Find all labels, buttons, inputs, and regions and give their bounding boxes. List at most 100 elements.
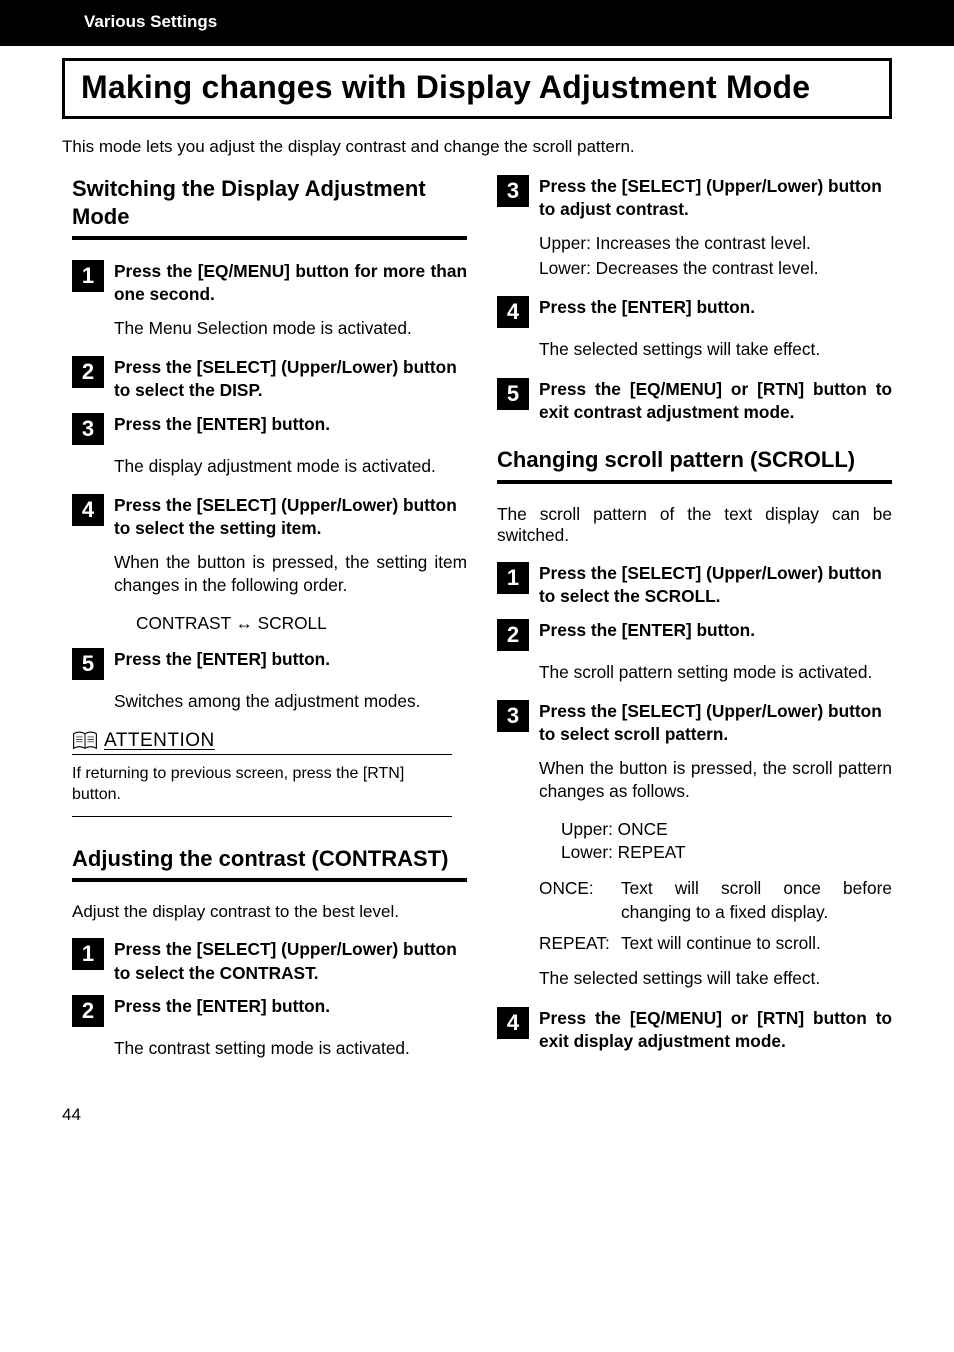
step: 3 Press the [ENTER] button. [72,413,467,445]
attention-header: ATTENTION [72,730,452,755]
step-after: The selected settings will take effect. [539,967,892,990]
step-head-text: Press the [SELECT] (Upper/Lower) button … [114,357,457,400]
step-number: 1 [497,562,529,594]
step-head: Press the [SELECT] (Upper/Lower) button … [539,700,892,747]
definition-desc: Text will continue to scroll. [621,932,892,955]
columns: Switching the Display Adjustment Mode 1 … [72,175,892,1077]
step-body: The Menu Selection mode is activated. [114,317,467,340]
section-title-scroll: Changing scroll pattern (SCROLL) [497,446,892,474]
step: 2 Press the [SELECT] (Upper/Lower) butto… [72,356,467,403]
definition-term: REPEAT: [539,932,613,955]
step-head: Press the [ENTER] button. [114,995,467,1018]
step-head: Press the [EQ/MENU] or [RTN] button to e… [539,1007,892,1054]
step-number: 1 [72,938,104,970]
step-body: The selected settings will take effect. [539,338,892,361]
attention-label: ATTENTION [104,730,215,752]
step: 1 Press the [SELECT] (Upper/Lower) butto… [497,562,892,609]
step: 3 Press the [SELECT] (Upper/Lower) butto… [497,175,892,222]
step-number: 3 [72,413,104,445]
step-body: The contrast setting mode is activated. [114,1037,467,1060]
page-number: 44 [62,1105,954,1125]
right-column: 3 Press the [SELECT] (Upper/Lower) butto… [497,175,892,1077]
step-body: Switches among the adjustment modes. [114,690,467,713]
step-head: Press the [ENTER] button. [539,619,892,642]
step-head-text: Press the [ENTER] button. [114,996,330,1016]
section-rule [72,236,467,240]
scroll-lower: Lower: REPEAT [561,842,892,863]
step-head: Press the [SELECT] (Upper/Lower) button … [539,175,892,222]
step-number: 2 [72,995,104,1027]
step-head: Press the [SELECT] (Upper/Lower) button … [114,494,467,541]
step-head-text: Press the [SELECT] (Upper/Lower) button … [114,495,457,538]
header-bar: Various Settings [0,0,954,46]
breadcrumb: Various Settings [84,12,217,31]
step-head-text: Press the [ENTER] button. [114,649,330,669]
step-number: 2 [497,619,529,651]
step-head-text: Press the [EQ/MENU] or [RTN] button to e… [539,379,892,422]
section-rule [497,480,892,484]
step-head-text: Press the [ENTER] button. [539,620,755,640]
section-title-switching: Switching the Display Adjustment Mode [72,175,467,230]
scroll-upper: Upper: ONCE [561,819,892,840]
step-number: 2 [72,356,104,388]
page-title: Making changes with Display Adjustment M… [81,69,873,106]
step-head-text: Press the [SELECT] (Upper/Lower) button … [539,563,882,606]
section-title-contrast: Adjusting the contrast (CONTRAST) [72,845,467,873]
step-head: Press the [EQ/MENU] button for more than… [114,260,467,307]
step-number: 4 [72,494,104,526]
section-intro: Adjust the display contrast to the best … [72,902,467,922]
step-head: Press the [SELECT] (Upper/Lower) button … [114,356,467,403]
step-head: Press the [ENTER] button. [114,648,467,671]
section-intro: The scroll pattern of the text display c… [497,504,892,546]
step-number: 3 [497,700,529,732]
page: Various Settings Making changes with Dis… [0,0,954,1145]
step-head-text: Press the [ENTER] button. [539,297,755,317]
step-number: 4 [497,1007,529,1039]
step-head: Press the [SELECT] (Upper/Lower) button … [114,938,467,985]
attention-body: If returning to previous screen, press t… [72,763,452,806]
step-number: 5 [72,648,104,680]
step-head: Press the [ENTER] button. [114,413,467,436]
definition-term: ONCE: [539,877,613,924]
step-head-text: Press the [ENTER] button. [114,414,330,434]
step-number: 5 [497,378,529,410]
section-rule [72,878,467,882]
definition-list: ONCE: Text will scroll once before chang… [539,877,892,955]
step-body-line2: Lower: Decreases the contrast level. [539,257,892,280]
step-number: 3 [497,175,529,207]
page-title-box: Making changes with Display Adjustment M… [62,58,892,119]
step: 5 Press the [ENTER] button. [72,648,467,680]
step-head: Press the [EQ/MENU] or [RTN] button to e… [539,378,892,425]
step: 4 Press the [ENTER] button. [497,296,892,328]
step-head-text: Press the [SELECT] (Upper/Lower) button … [114,939,457,982]
step-head-text: Press the [SELECT] (Upper/Lower) button … [539,701,882,744]
step-number: 4 [497,296,529,328]
step-body: The display adjustment mode is activated… [114,455,467,478]
definition-item: ONCE: Text will scroll once before chang… [539,877,892,924]
step-head-text: Press the [SELECT] (Upper/Lower) button … [539,176,882,219]
step: 2 Press the [ENTER] button. [72,995,467,1027]
step: 4 Press the [EQ/MENU] or [RTN] button to… [497,1007,892,1054]
left-column: Switching the Display Adjustment Mode 1 … [72,175,467,1077]
step-body: When the button is pressed, the setting … [114,551,467,598]
step-head: Press the [SELECT] (Upper/Lower) button … [539,562,892,609]
definition-item: REPEAT: Text will continue to scroll. [539,932,892,955]
step-body-line1: Upper: Increases the contrast level. [539,232,892,255]
step-body: The scroll pattern setting mode is activ… [539,661,892,684]
step-number: 1 [72,260,104,292]
step-head: Press the [ENTER] button. [539,296,892,319]
step: 3 Press the [SELECT] (Upper/Lower) butto… [497,700,892,747]
step-body: When the button is pressed, the scroll p… [539,757,892,804]
step: 1 Press the [SELECT] (Upper/Lower) butto… [72,938,467,985]
step: 2 Press the [ENTER] button. [497,619,892,651]
attention-rule [72,816,452,817]
step: 4 Press the [SELECT] (Upper/Lower) butto… [72,494,467,541]
step-head-text: Press the [EQ/MENU] or [RTN] button to e… [539,1008,892,1051]
definition-desc: Text will scroll once before changing to… [621,877,892,924]
step: 1 Press the [EQ/MENU] button for more th… [72,260,467,307]
page-intro: This mode lets you adjust the display co… [62,137,892,157]
step-head-text: Press the [EQ/MENU] button for more than… [114,261,467,304]
step: 5 Press the [EQ/MENU] or [RTN] button to… [497,378,892,425]
step-extra: CONTRAST ↔ SCROLL [136,613,467,634]
book-icon [72,730,98,752]
